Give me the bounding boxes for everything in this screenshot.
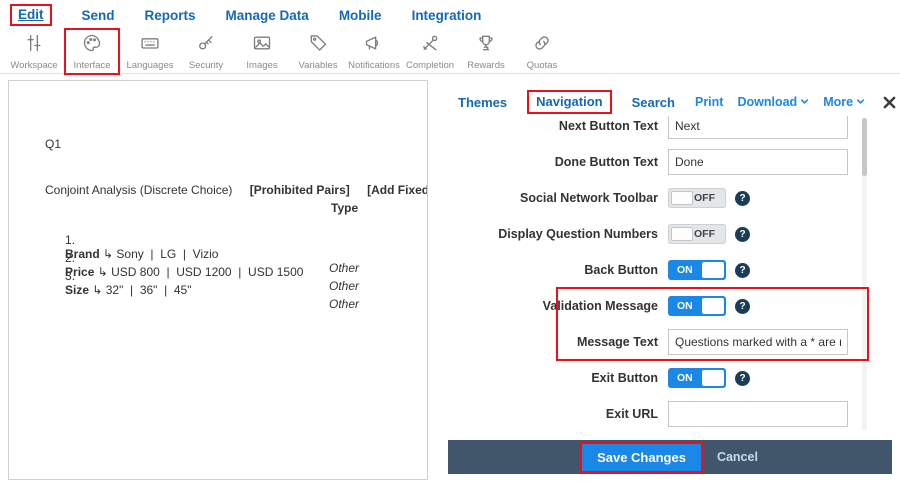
key-icon	[196, 33, 216, 58]
toggle-knob	[702, 298, 724, 314]
toolbar-item-rewards[interactable]: Rewards	[458, 33, 514, 71]
add-fixed-tasks-link[interactable]: [Add Fixed Tasks]	[367, 183, 428, 197]
form-row-exit-url: Exit URL	[448, 396, 893, 432]
survey-preview-panel: Q1 Conjoint Analysis (Discrete Choice) […	[8, 80, 428, 480]
field-label: Back Button	[448, 263, 668, 277]
form-row-social-network-toolbar: Social Network Toolbar OFF ?	[448, 180, 893, 216]
tag-icon	[308, 33, 328, 58]
save-changes-button[interactable]: Save Changes	[582, 444, 701, 471]
toolbar-item-variables[interactable]: Variables	[290, 33, 346, 71]
toggle-knob	[702, 262, 724, 278]
tab-navigation[interactable]: Navigation	[527, 90, 611, 114]
field-label: Display Question Numbers	[448, 227, 668, 241]
nav-item-mobile[interactable]: Mobile	[339, 8, 382, 23]
form-row-exit-button: Exit Button ON ?	[448, 360, 893, 396]
chevron-down-icon	[856, 95, 865, 109]
keyboard-icon	[140, 33, 160, 58]
toolbar-item-workspace[interactable]: Workspace	[6, 33, 62, 71]
back-button-toggle[interactable]: ON	[668, 260, 726, 280]
print-link[interactable]: Print	[695, 95, 723, 109]
help-icon[interactable]: ?	[735, 263, 750, 278]
close-icon[interactable]	[883, 96, 896, 109]
tab-themes[interactable]: Themes	[458, 95, 507, 110]
form-row-done-button-text: Done Button Text	[448, 144, 893, 180]
nav-item-manage-data[interactable]: Manage Data	[226, 8, 309, 23]
toolbar-item-images[interactable]: Images	[234, 33, 290, 71]
help-icon[interactable]: ?	[735, 299, 750, 314]
more-link[interactable]: More	[823, 95, 865, 109]
conjoint-attribute-list: 1. Brand ↳ Sony | LG | Vizio Other 2. Pr…	[45, 219, 428, 273]
form-row-message-text: Message Text	[448, 324, 893, 360]
exit-url-input[interactable]	[668, 401, 848, 427]
toolbar-item-quotas[interactable]: Quotas	[514, 33, 570, 71]
social-network-toolbar-toggle[interactable]: OFF	[668, 188, 726, 208]
form-row-back-button: Back Button ON ?	[448, 252, 893, 288]
attribute-type: Other	[329, 279, 359, 293]
field-label: Next Button Text	[448, 119, 668, 133]
panel-actions: Print Download More	[695, 95, 896, 109]
help-icon[interactable]: ?	[735, 191, 750, 206]
chain-link-icon	[532, 33, 552, 58]
form-row-display-question-numbers: Display Question Numbers OFF ?	[448, 216, 893, 252]
attribute-row: 1. Brand ↳ Sony | LG | Vizio Other	[45, 219, 428, 237]
chevron-down-icon	[800, 95, 809, 109]
palette-icon	[82, 33, 102, 58]
field-label: Done Button Text	[448, 155, 668, 169]
done-button-text-input[interactable]	[668, 149, 848, 175]
exit-button-toggle[interactable]: ON	[668, 368, 726, 388]
image-icon	[252, 33, 272, 58]
next-button-text-input[interactable]	[668, 113, 848, 139]
top-navigation: Edit Send Reports Manage Data Mobile Int…	[0, 0, 900, 30]
trophy-icon	[476, 33, 496, 58]
help-icon[interactable]: ?	[735, 227, 750, 242]
field-label: Exit URL	[448, 407, 668, 421]
display-question-numbers-toggle[interactable]: OFF	[668, 224, 726, 244]
validation-message-group: Validation Message ON ? Message Text	[448, 288, 893, 360]
type-column-header: Type	[331, 201, 358, 215]
form-row-validation-message: Validation Message ON ?	[448, 288, 893, 324]
settings-tab-bar: Themes Navigation Search Print Download …	[448, 88, 893, 116]
nav-item-edit[interactable]: Edit	[10, 4, 52, 26]
help-icon[interactable]: ?	[735, 371, 750, 386]
cancel-link[interactable]: Cancel	[717, 450, 758, 464]
nav-item-send[interactable]: Send	[82, 8, 115, 23]
attribute-row: 2. Price ↳ USD 800 | USD 1200 | USD 1500…	[45, 237, 428, 255]
validation-message-toggle[interactable]: ON	[668, 296, 726, 316]
question-title: Conjoint Analysis (Discrete Choice)	[45, 183, 232, 197]
toggle-knob	[671, 227, 693, 241]
toggle-knob	[702, 370, 724, 386]
megaphone-icon	[364, 33, 384, 58]
field-label: Message Text	[448, 335, 668, 349]
toolbar-item-completion[interactable]: Completion	[402, 33, 458, 71]
question-title-row: Conjoint Analysis (Discrete Choice) [Pro…	[45, 183, 428, 197]
navigation-settings-form: Next Button Text Done Button Text Social…	[448, 108, 893, 432]
field-label: Validation Message	[448, 299, 668, 313]
toolbar-item-languages[interactable]: Languages	[122, 33, 178, 71]
question-code: Q1	[45, 137, 61, 151]
sliders-icon	[24, 33, 44, 58]
attribute-row: 3. Size ↳ 32" | 36" | 45" Other	[45, 255, 428, 273]
toolbar-item-notifications[interactable]: Notifications	[346, 33, 402, 71]
tools-icon	[420, 33, 440, 58]
toggle-knob	[671, 191, 693, 205]
field-label: Exit Button	[448, 371, 668, 385]
message-text-input[interactable]	[668, 329, 848, 355]
attribute-type: Other	[329, 297, 359, 311]
nav-item-reports[interactable]: Reports	[145, 8, 196, 23]
tab-search[interactable]: Search	[632, 95, 675, 110]
nav-item-integration[interactable]: Integration	[412, 8, 482, 23]
toolbar-item-interface[interactable]: Interface	[64, 28, 120, 75]
toolbar-item-security[interactable]: Security	[178, 33, 234, 71]
edit-toolbar: Workspace Interface Languages Security I…	[0, 30, 900, 74]
field-label: Social Network Toolbar	[448, 191, 668, 205]
interface-settings-panel: Themes Navigation Search Print Download …	[448, 88, 893, 480]
prohibited-pairs-link[interactable]: [Prohibited Pairs]	[250, 183, 350, 197]
footer-action-bar: Save Changes Cancel	[448, 440, 892, 474]
download-link[interactable]: Download	[737, 95, 809, 109]
